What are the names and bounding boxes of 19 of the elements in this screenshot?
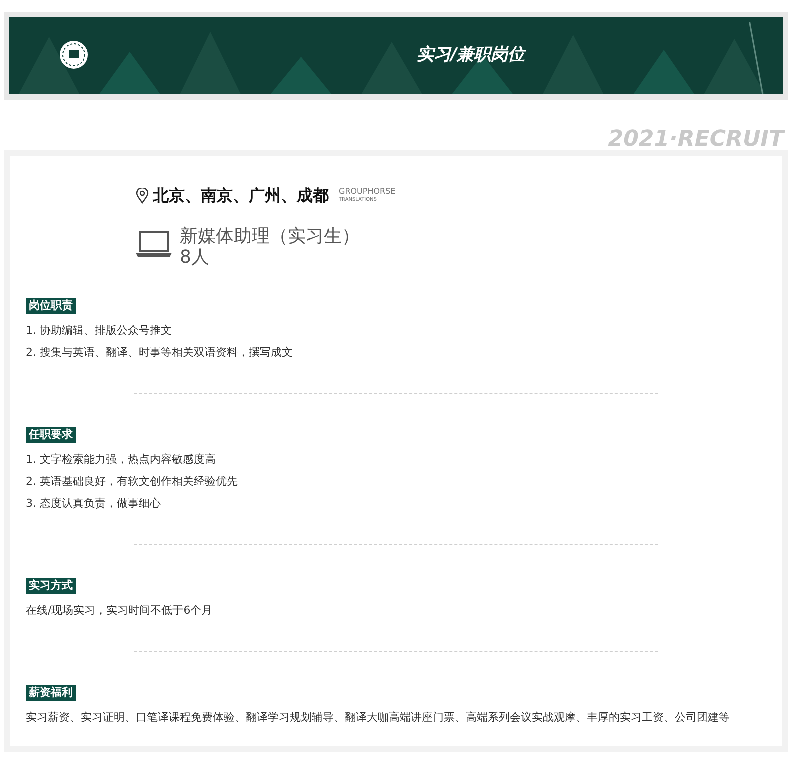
section-line: 1. 文字检索能力强，热点内容敏感度高	[26, 452, 217, 467]
position-title: 新媒体助理（实习生）	[180, 226, 360, 247]
location-pin-icon	[136, 188, 149, 204]
logo-icon	[59, 40, 89, 70]
position-count: 8人	[180, 247, 210, 268]
section-line: 1. 协助编辑、排版公众号推文	[26, 323, 173, 338]
company-name: GROUPHORSE	[339, 188, 396, 196]
section-line: 实习薪资、实习证明、口笔译课程免费体验、翻译学习规划辅导、翻译大咖高端讲座门票、高端系列会议实战观摩、丰厚的实习工资、公司团建等	[26, 710, 731, 725]
location-text: 北京、南京、广州、成都	[153, 185, 329, 207]
section-line: 在线/现场实习，实习时间不低于6个月	[26, 603, 214, 618]
section-label: 薪资福利	[26, 685, 76, 701]
banner-title: 实习/兼职岗位	[416, 44, 526, 67]
section-label: 任职要求	[26, 427, 76, 443]
section-label: 实习方式	[26, 578, 76, 594]
section-line: 3. 态度认真负责，做事细心	[26, 496, 162, 511]
section-label: 岗位职责	[26, 298, 76, 314]
section-line: 2. 英语基础良好，有软文创作相关经验优先	[26, 474, 239, 489]
section-line: 2. 搜集与英语、翻译、时事等相关双语资料，撰写成文	[26, 345, 294, 360]
laptop-icon	[136, 230, 172, 258]
